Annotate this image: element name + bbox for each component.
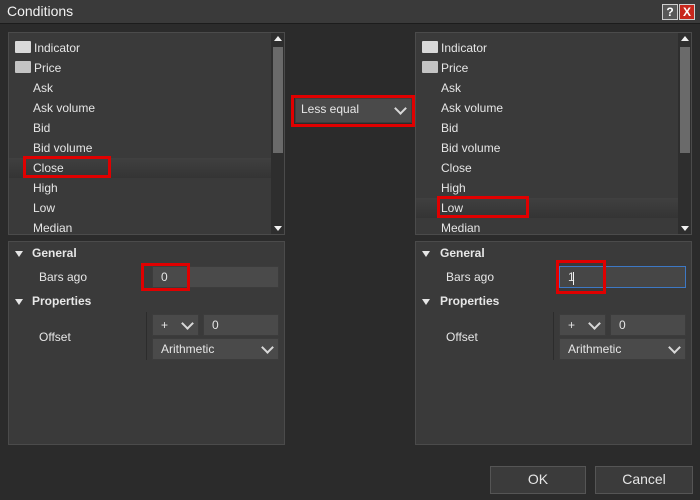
offset-label: Offset [39, 330, 71, 344]
section-properties: Properties [440, 294, 500, 308]
chevron-down-icon [261, 341, 274, 354]
folder-icon [422, 41, 438, 53]
tree-item-ask-volume[interactable]: Ask volume [416, 98, 684, 118]
highlight-box-operator [291, 95, 415, 127]
folder-open-icon [422, 61, 438, 73]
section-properties: Properties [32, 294, 92, 308]
tree-item-bid[interactable]: Bid [9, 118, 277, 138]
offset-label: Offset [446, 330, 478, 344]
left-tree-scrollbar[interactable] [271, 33, 284, 234]
tree-folder-indicator[interactable]: Indicator [422, 38, 487, 58]
offset-type-select[interactable]: Arithmetic [152, 338, 279, 360]
tree-folder-price[interactable]: Price [15, 58, 61, 78]
tree-folder-price[interactable]: Price [422, 58, 468, 78]
scroll-up-icon[interactable] [681, 36, 689, 41]
highlight-box-close [23, 156, 111, 178]
tree-item-high[interactable]: High [9, 178, 277, 198]
tree-folder-indicator[interactable]: Indicator [15, 38, 80, 58]
scroll-up-icon[interactable] [274, 36, 282, 41]
tree-item-high[interactable]: High [416, 178, 684, 198]
title-bar [0, 0, 700, 24]
divider [553, 312, 554, 360]
scroll-down-icon[interactable] [274, 226, 282, 231]
window-title: Conditions [7, 3, 74, 19]
highlight-box-bars-ago-left [141, 263, 190, 291]
collapse-triangle-icon[interactable] [422, 299, 430, 305]
close-icon[interactable]: X [679, 4, 695, 20]
tree-item-ask[interactable]: Ask [416, 78, 684, 98]
tree-item-bid-volume[interactable]: Bid volume [9, 138, 277, 158]
offset-value-field[interactable]: 0 [610, 314, 686, 336]
highlight-box-low [437, 196, 529, 218]
ok-button[interactable]: OK [490, 466, 586, 494]
section-general: General [440, 246, 485, 260]
chevron-down-icon [588, 317, 601, 330]
right-properties-panel: General Bars ago 1 Properties Offset + 0… [415, 241, 692, 445]
tree-item-low[interactable]: Low [9, 198, 277, 218]
tree-item-bid-volume[interactable]: Bid volume [416, 138, 684, 158]
offset-operator-select[interactable]: + [559, 314, 606, 336]
tree-item-median[interactable]: Median [9, 218, 277, 234]
right-tree-scrollbar[interactable] [678, 33, 691, 234]
offset-value-field[interactable]: 0 [203, 314, 279, 336]
tree-item-bid[interactable]: Bid [416, 118, 684, 138]
tree-item-close[interactable]: Close [416, 158, 684, 178]
folder-icon [15, 41, 31, 53]
help-icon[interactable]: ? [662, 4, 678, 20]
scroll-thumb[interactable] [273, 47, 283, 153]
tree-item-ask-volume[interactable]: Ask volume [9, 98, 277, 118]
bars-ago-label: Bars ago [39, 270, 88, 284]
offset-type-select[interactable]: Arithmetic [559, 338, 686, 360]
collapse-triangle-icon[interactable] [422, 251, 430, 257]
collapse-triangle-icon[interactable] [15, 299, 23, 305]
section-general: General [32, 246, 77, 260]
scroll-down-icon[interactable] [681, 226, 689, 231]
highlight-box-bars-ago-right [556, 260, 606, 294]
folder-open-icon [15, 61, 31, 73]
left-tree-panel: Indicator Price Ask Ask volume Bid Bid v… [8, 32, 285, 235]
chevron-down-icon [181, 317, 194, 330]
cancel-button[interactable]: Cancel [595, 466, 693, 494]
bars-ago-label: Bars ago [446, 270, 495, 284]
collapse-triangle-icon[interactable] [15, 251, 23, 257]
scroll-thumb[interactable] [680, 47, 690, 153]
tree-item-ask[interactable]: Ask [9, 78, 277, 98]
chevron-down-icon [668, 341, 681, 354]
offset-operator-select[interactable]: + [152, 314, 199, 336]
tree-item-median[interactable]: Median [416, 218, 684, 234]
divider [146, 312, 147, 360]
